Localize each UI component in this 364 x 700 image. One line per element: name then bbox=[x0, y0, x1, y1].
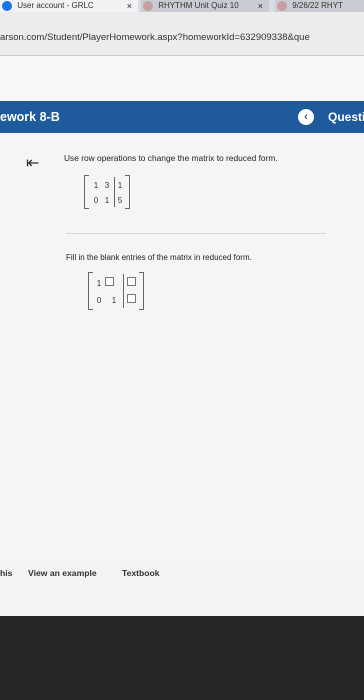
view-example-link[interactable]: View an example bbox=[28, 568, 97, 578]
page-title: ework 8-B bbox=[0, 110, 60, 124]
site-favicon-icon bbox=[277, 0, 287, 11]
textbook-link[interactable]: Textbook bbox=[122, 568, 160, 578]
answer-input-r1c2[interactable] bbox=[105, 277, 114, 286]
tab-user-account[interactable]: User account - GRLC × bbox=[0, 0, 138, 12]
matrix-cell: 1 bbox=[93, 181, 99, 190]
matrix-cell: 1 bbox=[117, 181, 123, 190]
homework-header: ework 8-B ‹ Questi bbox=[0, 101, 364, 133]
section-divider bbox=[66, 233, 326, 234]
address-bar[interactable]: arson.com/Student/PlayerHomework.aspx?ho… bbox=[0, 12, 364, 56]
tab-label: 9/26/22 RHYT bbox=[292, 1, 343, 10]
matrix-cell: 1 bbox=[104, 196, 110, 205]
monitor-bezel bbox=[0, 616, 364, 700]
matrix-cell: 3 bbox=[104, 181, 110, 190]
site-favicon-icon bbox=[143, 0, 153, 11]
collapse-arrow-icon[interactable]: ⇤ bbox=[26, 153, 39, 173]
matrix-right-bracket bbox=[139, 272, 144, 310]
browser-tab-bar: User account - GRLC × RHYTHM Unit Quiz 1… bbox=[0, 0, 364, 12]
tab-rhythm-quiz[interactable]: RHYTHM Unit Quiz 10 × bbox=[141, 0, 269, 12]
fill-in-prompt: Fill in the blank entries of the matrix … bbox=[66, 253, 252, 262]
tab-rhythm-2[interactable]: 9/26/22 RHYT bbox=[275, 0, 364, 12]
question-panel: ⇤ Use row operations to change the matri… bbox=[0, 133, 364, 561]
given-matrix: 1 3 1 0 1 5 bbox=[84, 175, 130, 209]
matrix-cell: 0 bbox=[93, 196, 99, 205]
question-label: Questi bbox=[328, 110, 364, 124]
homework-page: ework 8-B ‹ Questi ⇤ Use row operations … bbox=[0, 56, 364, 616]
tab-label: User account - GRLC bbox=[17, 1, 94, 10]
matrix-left-bracket bbox=[88, 272, 93, 310]
answer-matrix: 1 0 1 bbox=[88, 272, 144, 310]
previous-question-button[interactable]: ‹ bbox=[298, 109, 314, 125]
answer-input-r2c3[interactable] bbox=[127, 294, 136, 303]
matrix-left-bracket bbox=[84, 175, 89, 209]
matrix-right-bracket bbox=[125, 175, 130, 209]
matrix-cell: 5 bbox=[117, 196, 123, 205]
page-top-blank bbox=[0, 56, 364, 101]
tab-close-icon[interactable]: × bbox=[258, 0, 263, 12]
matrix-cell: 0 bbox=[96, 296, 102, 305]
help-me-solve-link[interactable]: his bbox=[0, 568, 12, 578]
matrix-cell: 1 bbox=[111, 296, 117, 305]
answer-input-r1c3[interactable] bbox=[127, 277, 136, 286]
augment-line bbox=[123, 274, 124, 308]
tab-close-icon[interactable]: × bbox=[127, 0, 132, 12]
site-favicon-icon bbox=[2, 0, 12, 11]
question-instruction: Use row operations to change the matrix … bbox=[64, 153, 278, 163]
tab-label: RHYTHM Unit Quiz 10 bbox=[158, 1, 239, 10]
url-text[interactable]: arson.com/Student/PlayerHomework.aspx?ho… bbox=[0, 32, 310, 43]
help-bar: his View an example Textbook bbox=[0, 561, 364, 616]
matrix-cell: 1 bbox=[96, 279, 102, 288]
